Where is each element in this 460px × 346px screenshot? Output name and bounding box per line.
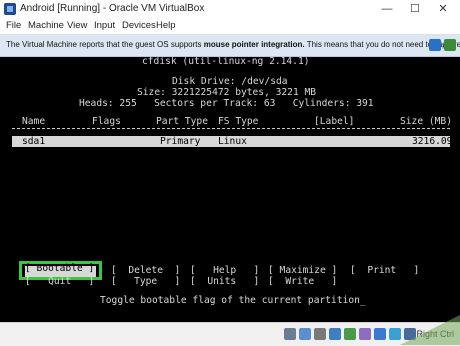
vm-display[interactable]: cfdisk (util-linux-ng 2.14.1) Disk Drive… <box>0 57 460 322</box>
notification-info-icon[interactable] <box>429 39 441 51</box>
menu-devices[interactable]: Devices <box>122 20 156 31</box>
network-icon[interactable] <box>329 328 341 340</box>
virtualbox-app-icon <box>4 3 16 15</box>
window-title: Android [Running] - Oracle VM VirtualBox <box>20 3 205 14</box>
menu-quit[interactable]: [ Quit ] <box>25 276 94 287</box>
menu-write[interactable]: [ Write ] <box>268 276 337 287</box>
menu-type[interactable]: [ Type ] <box>111 276 180 287</box>
hard-disk-icon[interactable] <box>284 328 296 340</box>
menu-machine[interactable]: Machine <box>28 20 64 31</box>
shared-folders-icon[interactable] <box>359 328 371 340</box>
program-title: cfdisk (util-linux-ng 2.14.1) <box>142 57 310 67</box>
menu-print[interactable]: [ Print ] <box>350 265 419 276</box>
title-bar: Android [Running] - Oracle VM VirtualBox… <box>0 0 460 18</box>
menu-bar: File Machine View Input Devices Help <box>0 18 460 35</box>
column-flags: Flags <box>92 116 121 127</box>
column-fs-type: FS Type <box>218 116 259 127</box>
maximize-button[interactable]: ☐ <box>400 0 430 18</box>
header-divider <box>12 128 450 129</box>
notification-bar: The Virtual Machine reports that the gue… <box>0 35 460 57</box>
menu-help-option[interactable]: [ Help ] <box>190 265 259 276</box>
notification-close-icon[interactable] <box>444 39 456 51</box>
column-name: Name <box>22 116 46 127</box>
disk-drive-line: Disk Drive: /dev/sda <box>172 76 288 87</box>
partition-fs-type: Linux <box>218 136 247 147</box>
status-bar: Right Ctrl <box>0 322 460 346</box>
optical-drive-icon[interactable] <box>299 328 311 340</box>
column-label: [Label] <box>314 116 355 127</box>
menu-help[interactable]: Help <box>156 20 176 31</box>
partition-part-type: Primary <box>160 136 201 147</box>
minimize-button[interactable]: — <box>372 0 402 18</box>
menu-units[interactable]: [ Units ] <box>190 276 259 287</box>
column-size: Size (MB) <box>400 116 452 127</box>
menu-file[interactable]: File <box>6 20 21 31</box>
menu-bootable[interactable]: [ Bootable ] <box>25 263 94 274</box>
partition-name: sda1 <box>22 136 46 147</box>
audio-icon[interactable] <box>314 328 326 340</box>
menu-view[interactable]: View <box>67 20 87 31</box>
close-button[interactable]: ✕ <box>428 0 458 18</box>
menu-input[interactable]: Input <box>94 20 115 31</box>
disk-geometry-line: Heads: 255 Sectors per Track: 63 Cylinde… <box>79 98 374 109</box>
disk-size-line: Size: 3221225472 bytes, 3221 MB <box>137 87 317 98</box>
status-hint-line: Toggle bootable flag of the current part… <box>100 295 366 306</box>
partition-size: 3216.09 <box>412 136 453 147</box>
notification-message: The Virtual Machine reports that the gue… <box>6 40 460 49</box>
display-icon[interactable] <box>374 328 386 340</box>
column-part-type: Part Type <box>156 116 208 127</box>
watermark-corner <box>400 315 460 345</box>
menu-maximize[interactable]: [ Maximize ] <box>268 265 337 276</box>
usb-icon[interactable] <box>344 328 356 340</box>
menu-delete[interactable]: [ Delete ] <box>111 265 180 276</box>
